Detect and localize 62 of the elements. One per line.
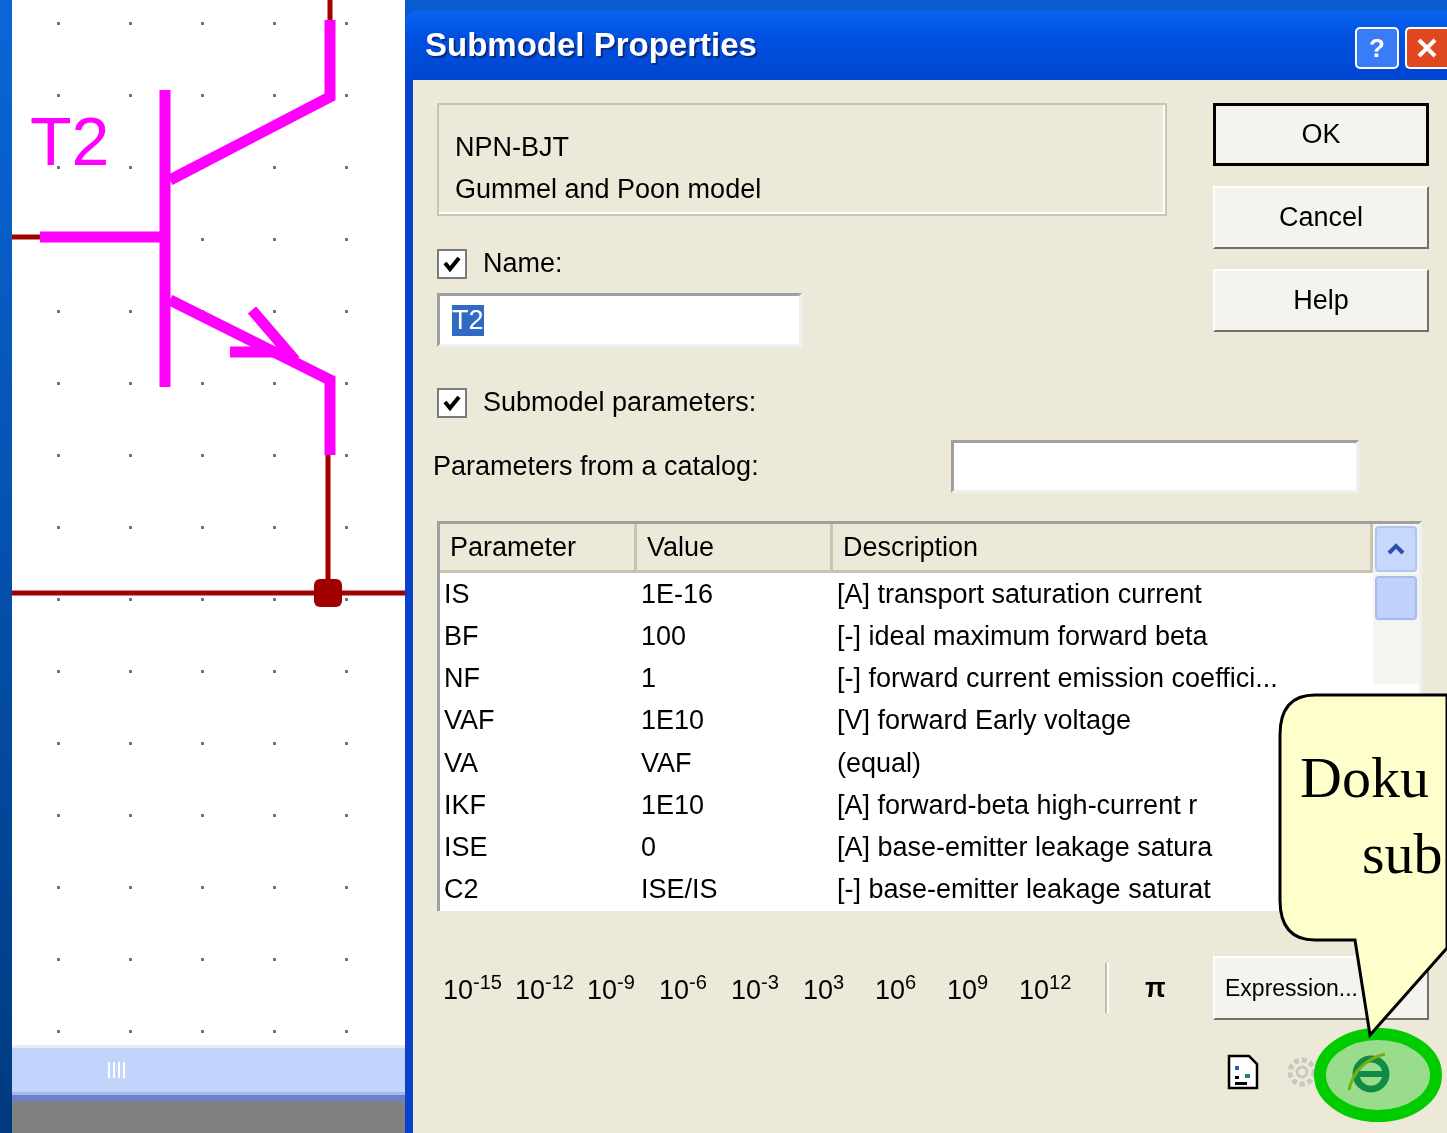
table-cell-text: IS [443, 578, 471, 610]
table-cell-text: BF [443, 620, 480, 652]
multiplier-button[interactable]: 10$^{6}$ [869, 970, 941, 1006]
window-title: Submodel Properties [425, 26, 757, 64]
checkbox-label: Submodel parameters: [483, 387, 757, 418]
multiplier-button[interactable]: 10$^{-12}$ [509, 970, 581, 1006]
table-cell-text: [A] forward-beta high-current r [836, 789, 1199, 821]
component-label: T2 [30, 103, 110, 179]
pi-button[interactable]: π [1139, 972, 1183, 1004]
table-cell-text: [-] forward current emission coeffici... [836, 663, 1279, 695]
table-cell-text: ISE/IS [640, 874, 719, 906]
caret-icon [1387, 543, 1405, 555]
scroll-up-button[interactable] [1375, 526, 1417, 572]
model-description: NPN-BJT [455, 131, 570, 164]
close-icon [1416, 37, 1438, 59]
table-cell-text: C2 [443, 874, 480, 906]
callout-text: sub [1362, 820, 1444, 888]
column-header[interactable]: Parameter [440, 524, 637, 570]
multiplier-button[interactable]: 10$^{3}$ [797, 970, 869, 1006]
multiplier-button[interactable]: 10$^{-15}$ [437, 970, 509, 1006]
dialog-button[interactable]: Help [1213, 269, 1429, 332]
multiplier-button[interactable]: 10$^{9}$ [941, 970, 1013, 1006]
table-cell-text: VA [443, 747, 479, 779]
table-cell-text: 1 [640, 663, 658, 695]
table-cell-text: VAF [640, 747, 693, 779]
table-cell-text: 1E10 [640, 705, 706, 737]
table-cell-text: 100 [640, 620, 688, 652]
table-cell-text: [-] ideal maximum forward beta [836, 620, 1209, 652]
document-icon[interactable] [1227, 1054, 1259, 1090]
vertical-scrollbar[interactable] [1373, 524, 1419, 684]
table-cell-text: [V] forward Early voltage [836, 705, 1133, 737]
wire [327, 0, 333, 20]
horizontal-scrollbar[interactable] [12, 1045, 405, 1095]
multiplier-button[interactable]: 10$^{-6}$ [653, 970, 725, 1006]
multiplier-button[interactable]: 10$^{12}$ [1013, 970, 1085, 1006]
multiplier-button[interactable]: 10$^{-9}$ [581, 970, 653, 1006]
table-cell-text: [A] transport saturation current [836, 578, 1203, 610]
catalog-field[interactable] [951, 440, 1359, 493]
field-label: Parameters from a catalog: [433, 451, 760, 482]
column-header[interactable]: Value [637, 524, 833, 570]
table-cell-text: 1E-16 [640, 578, 715, 610]
multiplier-button[interactable]: 10$^{-3}$ [725, 970, 797, 1006]
checkbox[interactable] [437, 248, 467, 279]
scroll-thumb[interactable] [1375, 576, 1417, 620]
table-cell-text: ISE [443, 832, 489, 864]
dialog-button[interactable]: OK [1213, 103, 1429, 166]
callout-text: Doku [1300, 744, 1430, 812]
browser-icon[interactable] [1345, 1050, 1391, 1094]
checkbox-label: Name: [483, 248, 563, 279]
checkbox[interactable] [437, 387, 467, 418]
table-cell-text: 0 [640, 832, 658, 864]
table-cell-text: NF [443, 663, 481, 695]
help-button[interactable]: ? [1355, 27, 1399, 69]
table-cell-text: 1E10 [640, 789, 706, 821]
dialog-button[interactable]: Cancel [1213, 186, 1429, 249]
model-description: Gummel and Poon model [455, 173, 763, 206]
close-button[interactable] [1405, 27, 1447, 69]
table-cell-text: VAF [443, 705, 496, 737]
table-cell-text: IKF [443, 789, 487, 821]
table-cell-text: [-] base-emitter leakage saturat [836, 874, 1212, 906]
name-field[interactable]: T2 [437, 293, 802, 347]
table-cell-text: [A] base-emitter leakage satura [836, 832, 1214, 864]
